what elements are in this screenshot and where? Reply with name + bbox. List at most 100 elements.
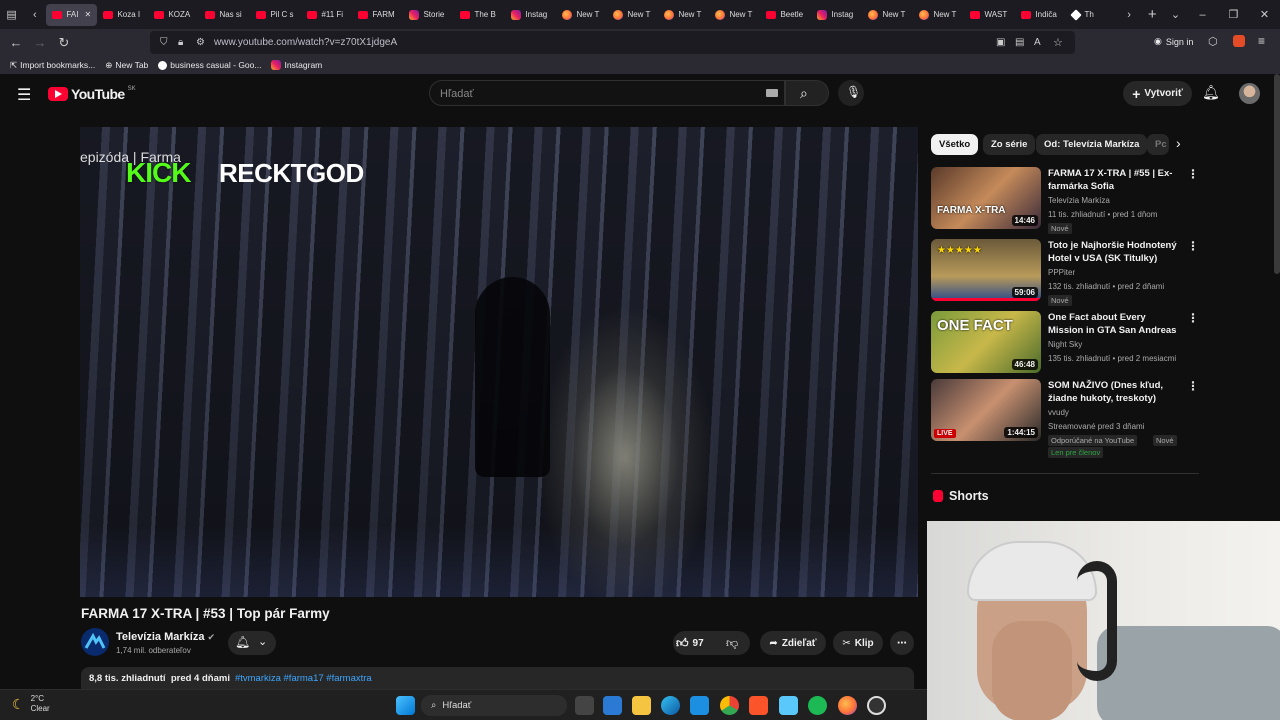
video-channel[interactable]: Night Sky xyxy=(1048,340,1082,349)
start-windows-icon[interactable] xyxy=(396,696,415,715)
tab-scroll-left-icon[interactable]: ‹ xyxy=(23,4,46,26)
brave-icon[interactable] xyxy=(749,696,768,715)
more-vert-icon[interactable]: ⋮ xyxy=(1187,167,1199,181)
browser-tab[interactable]: Koza I xyxy=(97,4,148,26)
keyboard-icon[interactable] xyxy=(766,89,778,97)
notifications-bell-icon[interactable]: 🔔︎ xyxy=(1202,84,1220,101)
spotify-icon[interactable] xyxy=(808,696,827,715)
minimize-icon[interactable]: – xyxy=(1187,4,1218,26)
voice-search-button[interactable]: 🎙︎ xyxy=(838,80,864,106)
video-channel[interactable]: vvudy xyxy=(1048,408,1069,417)
more-vert-icon[interactable]: ⋮ xyxy=(1187,239,1199,253)
pip-icon[interactable]: ▣ xyxy=(996,37,1005,48)
share-button[interactable]: ➦ Zdieľať xyxy=(760,631,826,655)
url-text[interactable]: www.youtube.com/watch?v=z70tX1jdgeA xyxy=(214,37,397,48)
hashtags[interactable]: #tvmarkiza #farma17 #farmaxtra xyxy=(235,673,372,684)
browser-tab[interactable]: New T xyxy=(556,4,607,26)
video-channel[interactable]: Televízia Markíza xyxy=(1048,196,1110,205)
browser-tab[interactable]: FAI ✕ xyxy=(46,3,98,26)
chrome-icon[interactable] xyxy=(720,696,739,715)
browser-tab[interactable]: Instag xyxy=(505,4,556,26)
back-icon[interactable]: ← xyxy=(4,32,28,54)
close-window-icon[interactable]: ✕ xyxy=(1249,4,1280,26)
file-explorer-icon[interactable] xyxy=(632,696,651,715)
recommended-video[interactable]: FARMA X-TRA 14:46 FARMA 17 X-TRA | #55 | E… xyxy=(931,167,1201,234)
search-input[interactable]: Hľadať xyxy=(429,80,785,106)
more-vert-icon[interactable]: ⋮ xyxy=(1187,379,1199,393)
browser-tab[interactable]: Th xyxy=(1066,4,1117,26)
user-avatar[interactable] xyxy=(1239,83,1260,104)
app-menu-icon[interactable]: ≡ xyxy=(1258,34,1265,48)
bookmark-import[interactable]: ⇱ Import bookmarks... xyxy=(10,60,95,71)
chip-related[interactable]: Pc xyxy=(1147,134,1169,155)
task-view-icon[interactable] xyxy=(575,696,594,715)
store-icon[interactable] xyxy=(603,696,622,715)
browser-tab[interactable]: KOZA xyxy=(148,4,199,26)
video-description[interactable]: 8,8 tis. zhliadnutí pred 4 dňami #tvmarki… xyxy=(81,667,914,689)
recommended-video[interactable]: LIVE 1:44:15 SOM NAŽIVO (Dnes kľud, žiadne… xyxy=(931,379,1201,458)
photos-icon[interactable] xyxy=(690,696,709,715)
recommended-video[interactable]: ★★★★★ 59:06 Toto je Najhoršie Hodnotený Ho… xyxy=(931,239,1201,306)
recommended-video[interactable]: ONE FACT 46:48 One Fact about Every Missio… xyxy=(931,311,1201,377)
maximize-icon[interactable]: ❐ xyxy=(1218,4,1249,26)
video-thumbnail[interactable]: LIVE 1:44:15 xyxy=(931,379,1041,441)
browser-tab[interactable]: New T xyxy=(913,4,964,26)
extensions-icon[interactable]: ⬡ xyxy=(1208,35,1218,48)
video-title[interactable]: Toto je Najhoršie Hodnotený Hotel v USA … xyxy=(1048,239,1183,265)
bookmark-google[interactable]: business casual - Goo... xyxy=(158,60,261,70)
browser-tab[interactable]: New T xyxy=(709,4,760,26)
shorts-header[interactable]: Shorts xyxy=(933,489,989,503)
tab-list-icon[interactable]: ⌄ xyxy=(1164,4,1187,26)
shield-icon[interactable]: ⛉ xyxy=(160,37,168,48)
taskbar-search[interactable]: ⌕ Hľadať xyxy=(421,695,567,716)
browser-tab[interactable]: New T xyxy=(658,4,709,26)
bookmark-new-tab[interactable]: ⊕ New Tab xyxy=(105,60,148,71)
reader-icon[interactable]: ▤ xyxy=(1015,37,1024,48)
chip-from-channel[interactable]: Od: Televízia Markíza xyxy=(1036,134,1148,155)
channel-avatar[interactable] xyxy=(81,628,109,656)
channel-name[interactable]: Televízia Markíza ✔ xyxy=(116,631,215,643)
video-channel[interactable]: PPPiter xyxy=(1048,268,1075,277)
browser-tab[interactable]: The B xyxy=(454,4,505,26)
forward-icon[interactable]: → xyxy=(28,32,52,54)
obs-icon[interactable] xyxy=(867,696,886,715)
browser-tab[interactable]: New T xyxy=(607,4,658,26)
tab-scroll-right-icon[interactable]: › xyxy=(1117,4,1140,26)
browser-tab[interactable]: Indiča xyxy=(1015,4,1066,26)
browser-tab[interactable]: FARM xyxy=(352,4,403,26)
browser-tab[interactable]: Storie xyxy=(403,4,454,26)
browser-tab[interactable]: Pil C s xyxy=(250,4,301,26)
video-thumbnail[interactable]: ★★★★★ 59:06 xyxy=(931,239,1041,301)
weather-widget[interactable]: ☾ 2°C Clear xyxy=(12,694,50,714)
browser-tab[interactable]: Instag xyxy=(811,4,862,26)
chip-next-arrow-icon[interactable]: › xyxy=(1176,135,1181,151)
browser-tab[interactable]: Beetle xyxy=(760,4,811,26)
edge-icon[interactable] xyxy=(661,696,680,715)
chip-all[interactable]: Všetko xyxy=(931,134,979,155)
more-actions-button[interactable]: ⋯ xyxy=(890,631,914,655)
browser-tab[interactable]: WAST xyxy=(964,4,1015,26)
create-button[interactable]: + Vytvoriť xyxy=(1123,81,1192,106)
clip-button[interactable]: ✂ Klip xyxy=(833,631,883,655)
sign-in-button[interactable]: ◉ Sign in xyxy=(1154,36,1193,47)
new-tab-icon[interactable]: + xyxy=(1141,4,1164,26)
video-thumbnail[interactable]: FARMA X-TRA 14:46 xyxy=(931,167,1041,229)
browser-tab[interactable]: #11 Fi xyxy=(301,4,352,26)
hamburger-menu-icon[interactable]: ☰ xyxy=(17,85,31,105)
browser-tab[interactable]: New T xyxy=(862,4,913,26)
chip-from-series[interactable]: Zo série xyxy=(983,134,1036,155)
more-vert-icon[interactable]: ⋮ xyxy=(1187,311,1199,325)
page-scrollbar[interactable] xyxy=(1274,74,1280,274)
url-bar[interactable]: ⛉ 🔒︎ ⚙ www.youtube.com/watch?v=z70tX1jdg… xyxy=(150,31,1075,54)
like-button[interactable]: 👍︎ 97 xyxy=(676,634,720,652)
video-player[interactable]: epizóda | Farma KICK RECKTGOD xyxy=(80,127,918,597)
translate-icon[interactable]: A xyxy=(1034,37,1041,48)
firefox-icon[interactable] xyxy=(838,696,857,715)
bookmark-instagram[interactable]: Instagram xyxy=(271,60,322,70)
notepad-icon[interactable] xyxy=(779,696,798,715)
video-title[interactable]: SOM NAŽIVO (Dnes kľud, žiadne hukoty, tr… xyxy=(1048,379,1183,405)
permissions-icon[interactable]: ⚙ xyxy=(196,37,205,48)
browser-tab[interactable]: Nas si xyxy=(199,4,250,26)
dislike-button[interactable]: 👎︎ xyxy=(726,634,746,652)
video-title[interactable]: One Fact about Every Mission in GTA San … xyxy=(1048,311,1183,337)
